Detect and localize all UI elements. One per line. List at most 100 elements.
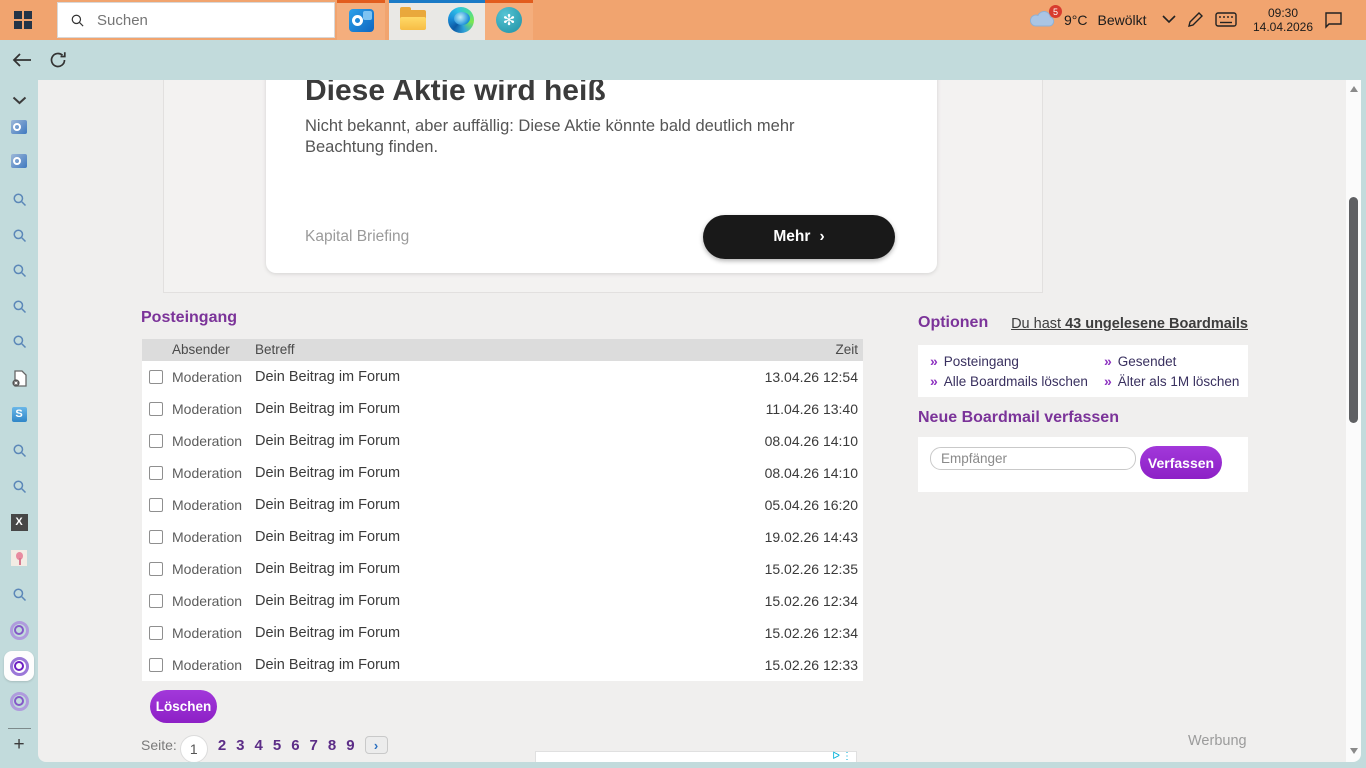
- table-row[interactable]: ModerationDein Beitrag im Forum15.02.26 …: [142, 585, 863, 617]
- ad-options-dots-icon[interactable]: ⋮: [842, 751, 852, 762]
- tab-search-3[interactable]: [0, 259, 38, 281]
- chevron-right-icon: ›: [374, 738, 378, 753]
- search-icon: [70, 13, 85, 28]
- tab-search-4[interactable]: [0, 295, 38, 317]
- page-link-8[interactable]: 8: [328, 737, 336, 754]
- page-link-3[interactable]: 3: [236, 737, 244, 754]
- table-row[interactable]: ModerationDein Beitrag im Forum15.02.26 …: [142, 649, 863, 681]
- tab-document[interactable]: [0, 368, 38, 390]
- new-tab-button[interactable]: +: [0, 734, 38, 756]
- flamingo-image-icon: [11, 550, 27, 566]
- compose-heading: Neue Boardmail verfassen: [918, 409, 1119, 427]
- double-arrow-icon: »: [930, 353, 938, 369]
- edge-icon: [448, 7, 474, 33]
- table-row[interactable]: ModerationDein Beitrag im Forum15.02.26 …: [142, 617, 863, 649]
- windows-start-icon[interactable]: [14, 11, 32, 29]
- taskbar-file-explorer-button[interactable]: [389, 0, 437, 40]
- back-icon[interactable]: [10, 48, 34, 72]
- ad-more-button[interactable]: Mehr ›: [703, 215, 895, 259]
- ad-card[interactable]: Diese Aktie wird heiß Nicht bekannt, abe…: [266, 80, 937, 273]
- scroll-down-arrow-icon[interactable]: [1350, 748, 1358, 754]
- page-link-4[interactable]: 4: [255, 737, 263, 754]
- taskbar-app-button[interactable]: ✻: [485, 0, 533, 40]
- tab-onvista-active[interactable]: [0, 655, 38, 677]
- recipient-input[interactable]: [930, 447, 1136, 470]
- notification-center-icon[interactable]: [1324, 11, 1343, 29]
- weather-cloud-icon[interactable]: 5: [1028, 8, 1058, 32]
- page-scrollbar[interactable]: [1346, 80, 1361, 762]
- tab-search-2[interactable]: [0, 224, 38, 246]
- table-row[interactable]: ModerationDein Beitrag im Forum08.04.26 …: [142, 457, 863, 489]
- scrollbar-thumb[interactable]: [1349, 197, 1358, 423]
- table-row[interactable]: ModerationDein Beitrag im Forum13.04.26 …: [142, 361, 863, 393]
- page-link-5[interactable]: 5: [273, 737, 281, 754]
- tab-search-8[interactable]: [0, 583, 38, 605]
- refresh-icon[interactable]: [46, 48, 70, 72]
- tab-search-6[interactable]: [0, 439, 38, 461]
- table-row[interactable]: ModerationDein Beitrag im Forum11.04.26 …: [142, 393, 863, 425]
- row-checkbox[interactable]: [149, 434, 163, 448]
- current-page-input[interactable]: 1: [180, 735, 208, 762]
- table-row[interactable]: ModerationDein Beitrag im Forum05.04.26 …: [142, 489, 863, 521]
- taskbar-clock[interactable]: 09:3014.04.2026: [1248, 6, 1318, 34]
- adchoices-icon[interactable]: ᐅ: [832, 752, 840, 762]
- row-checkbox[interactable]: [149, 498, 163, 512]
- tab-x-twitter[interactable]: X: [0, 511, 38, 533]
- onvista-ring-icon: [10, 621, 29, 640]
- page-link-6[interactable]: 6: [291, 737, 299, 754]
- options-box: »Posteingang »Gesendet »Alle Boardmails …: [918, 345, 1248, 397]
- collapse-sidebar-chevron-icon[interactable]: [0, 89, 38, 111]
- table-header: Absender Betreff Zeit: [142, 339, 863, 361]
- person-app-icon: ✻: [496, 7, 522, 33]
- row-checkbox[interactable]: [149, 466, 163, 480]
- tray-chevron-icon[interactable]: [1162, 15, 1176, 24]
- row-checkbox[interactable]: [149, 658, 163, 672]
- inbox-heading: Posteingang: [141, 309, 237, 327]
- page-link-7[interactable]: 7: [310, 737, 318, 754]
- search-input[interactable]: [95, 11, 299, 30]
- boardmail-list: ModerationDein Beitrag im Forum13.04.26 …: [142, 361, 863, 681]
- tab-outlook-1[interactable]: [0, 116, 38, 138]
- page-link-2[interactable]: 2: [218, 737, 226, 754]
- keyboard-icon[interactable]: [1215, 12, 1237, 27]
- tab-search-5[interactable]: [0, 330, 38, 352]
- double-arrow-icon: »: [930, 373, 938, 389]
- tab-search-7[interactable]: [0, 475, 38, 497]
- s-logo-icon: S: [12, 407, 27, 422]
- next-page-button[interactable]: ›: [365, 736, 388, 754]
- option-alle-loeschen[interactable]: »Alle Boardmails löschen: [930, 371, 1104, 391]
- ad-source: Kapital Briefing: [305, 228, 409, 246]
- tab-onvista-2[interactable]: [0, 690, 38, 712]
- option-posteingang[interactable]: »Posteingang: [930, 351, 1104, 371]
- taskbar-outlook-button[interactable]: [337, 0, 385, 40]
- table-row[interactable]: ModerationDein Beitrag im Forum19.02.26 …: [142, 521, 863, 553]
- ad-body: Nicht bekannt, aber auffällig: Diese Akt…: [305, 116, 850, 158]
- tab-onvista-1[interactable]: [0, 619, 38, 641]
- unread-boardmails-link[interactable]: Du hast 43 ungelesene Boardmails: [1011, 316, 1248, 332]
- search-icon: [12, 479, 27, 494]
- option-gesendet[interactable]: »Gesendet: [1104, 351, 1248, 371]
- taskbar-edge-button[interactable]: [437, 0, 485, 40]
- page-link-9[interactable]: 9: [346, 737, 354, 754]
- tab-search-1[interactable]: [0, 188, 38, 210]
- compose-button[interactable]: Verfassen: [1140, 446, 1222, 479]
- weather-text[interactable]: 9°CBewölkt: [1064, 12, 1147, 28]
- row-checkbox[interactable]: [149, 562, 163, 576]
- pen-icon[interactable]: [1188, 11, 1204, 29]
- tab-image[interactable]: [0, 547, 38, 569]
- row-checkbox[interactable]: [149, 626, 163, 640]
- search-icon: [12, 263, 27, 278]
- search-icon: [12, 334, 27, 349]
- row-checkbox[interactable]: [149, 402, 163, 416]
- table-row[interactable]: ModerationDein Beitrag im Forum08.04.26 …: [142, 425, 863, 457]
- option-aelter-loeschen[interactable]: »Älter als 1M löschen: [1104, 371, 1248, 391]
- row-checkbox[interactable]: [149, 370, 163, 384]
- taskbar-search[interactable]: [57, 2, 335, 38]
- delete-button[interactable]: Löschen: [150, 690, 217, 723]
- row-checkbox[interactable]: [149, 594, 163, 608]
- tab-s-site[interactable]: S: [0, 403, 38, 425]
- tab-outlook-2[interactable]: [0, 150, 38, 172]
- scroll-up-arrow-icon[interactable]: [1350, 86, 1358, 92]
- row-checkbox[interactable]: [149, 530, 163, 544]
- table-row[interactable]: ModerationDein Beitrag im Forum15.02.26 …: [142, 553, 863, 585]
